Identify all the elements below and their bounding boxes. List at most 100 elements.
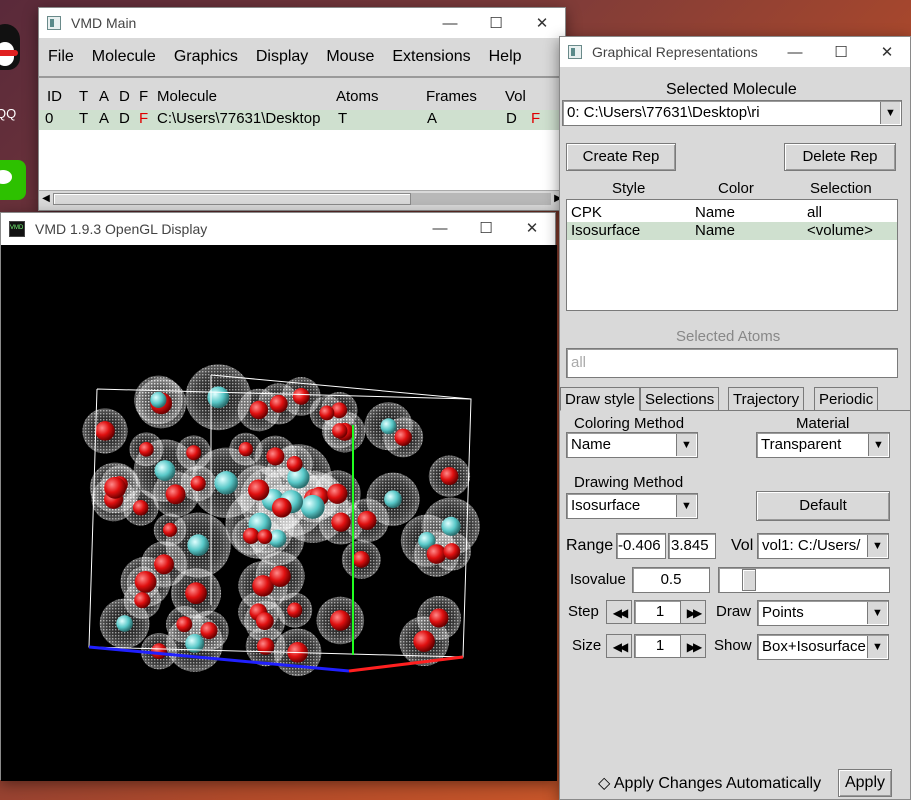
menu-graphics[interactable]: Graphics — [165, 48, 247, 66]
range-max-input[interactable]: 3.845 — [668, 533, 716, 559]
diamond-checkbox-icon[interactable]: ◇ — [598, 775, 610, 792]
cell-d[interactable]: D — [119, 110, 130, 127]
scroll-thumb[interactable] — [53, 193, 411, 205]
range-min-input[interactable]: -0.406 — [616, 533, 666, 559]
vmd-main-window: VMD Main — ☐ ✕ File Molecule Graphics Di… — [38, 7, 566, 211]
opengl-titlebar[interactable]: VMD 1.9.3 OpenGL Display — ☐ ✕ — [1, 213, 555, 245]
scroll-left-icon[interactable]: ◀ — [39, 193, 53, 205]
menu-file[interactable]: File — [39, 48, 83, 66]
rep-tabs: Draw style Selections Trajectory Periodi… — [560, 387, 910, 411]
cell-vol-f[interactable]: F — [531, 110, 540, 127]
menu-extensions[interactable]: Extensions — [383, 48, 479, 66]
col-molecule[interactable]: Molecule — [157, 88, 217, 105]
atom-red — [134, 592, 151, 609]
atom-red — [185, 582, 207, 605]
col-id[interactable]: ID — [47, 88, 62, 105]
window-title: VMD Main — [71, 15, 137, 31]
molecule-list[interactable]: 0 T A D F C:\Users\77631\Desktop T A D F — [39, 110, 565, 190]
vmd-app-icon — [9, 221, 25, 237]
tab-trajectory[interactable]: Trajectory — [728, 387, 805, 411]
material-dropdown[interactable]: Transparent ▼ — [756, 432, 890, 458]
col-d[interactable]: D — [119, 88, 130, 105]
rep-row-cpk[interactable]: CPK Name all — [567, 204, 897, 222]
delete-rep-button[interactable]: Delete Rep — [784, 143, 896, 171]
apply-auto-checkbox[interactable]: ◇ Apply Changes Automatically — [598, 773, 821, 793]
maximize-icon[interactable]: ☐ — [463, 213, 509, 243]
rep-selection: <volume> — [807, 222, 873, 239]
minimize-icon[interactable]: — — [427, 8, 473, 38]
chevron-down-icon[interactable]: ▼ — [880, 102, 900, 124]
minimize-icon[interactable]: — — [772, 37, 818, 67]
menu-molecule[interactable]: Molecule — [83, 48, 165, 66]
slider-thumb[interactable] — [742, 569, 756, 591]
apply-button[interactable]: Apply — [838, 769, 892, 797]
chevron-down-icon[interactable]: ▼ — [868, 434, 888, 456]
tab-draw-style[interactable]: Draw style — [560, 387, 641, 411]
scroll-trough[interactable] — [411, 193, 551, 205]
selected-molecule-dropdown[interactable]: 0: C:\Users\77631\Desktop\ri ▼ — [562, 100, 902, 126]
representations-list[interactable]: CPK Name all Isosurface Name <volume> — [566, 199, 898, 311]
vol-dropdown[interactable]: vol1: C:/Users/ ▼ — [757, 533, 889, 559]
graphrep-titlebar[interactable]: Graphical Representations — ☐ ✕ — [560, 37, 910, 67]
chevron-down-icon[interactable]: ▼ — [867, 535, 887, 557]
chevron-down-icon[interactable]: ▼ — [867, 636, 887, 658]
step-input[interactable]: 1 — [634, 600, 686, 624]
drawing-method-dropdown[interactable]: Isosurface ▼ — [566, 493, 698, 519]
atom-cyan — [441, 516, 461, 536]
col-t[interactable]: T — [79, 88, 88, 105]
show-dropdown[interactable]: Box+Isosurface ▼ — [757, 634, 889, 660]
step-decrement-icon[interactable]: ◀◀ — [606, 600, 632, 624]
qq-label: QQ — [0, 106, 17, 121]
molecule-3d-view[interactable] — [1, 245, 557, 781]
col-f[interactable]: F — [139, 88, 148, 105]
rep-col-color: Color — [718, 180, 754, 197]
window-title: VMD 1.9.3 OpenGL Display — [35, 221, 208, 237]
selected-molecule-value: 0: C:\Users\77631\Desktop\ri — [567, 104, 760, 121]
size-increment-icon[interactable]: ▶▶ — [680, 634, 706, 658]
col-atoms[interactable]: Atoms — [336, 88, 379, 105]
close-icon[interactable]: ✕ — [509, 213, 555, 243]
coloring-method-dropdown[interactable]: Name ▼ — [566, 432, 698, 458]
atom-red — [269, 565, 291, 587]
col-frames[interactable]: Frames — [426, 88, 477, 105]
tab-selections[interactable]: Selections — [640, 387, 720, 411]
isovalue-input[interactable]: 0.5 — [632, 567, 710, 593]
cell-f[interactable]: F — [139, 110, 148, 127]
selected-atoms-input[interactable]: all — [566, 348, 898, 378]
vmd-main-titlebar[interactable]: VMD Main — ☐ ✕ — [39, 8, 565, 38]
qq-desktop-icon[interactable]: QQ — [0, 20, 40, 121]
chevron-down-icon[interactable]: ▼ — [676, 495, 696, 517]
col-vol[interactable]: Vol — [505, 88, 526, 105]
menu-display[interactable]: Display — [247, 48, 317, 66]
menu-help[interactable]: Help — [480, 48, 531, 66]
cell-frames: A — [427, 110, 438, 127]
atom-red — [132, 499, 149, 516]
chevron-down-icon[interactable]: ▼ — [867, 602, 887, 624]
maximize-icon[interactable]: ☐ — [473, 8, 519, 38]
minimize-icon[interactable]: — — [417, 213, 463, 243]
table-row[interactable]: 0 T A D F C:\Users\77631\Desktop T A D F — [39, 110, 565, 130]
step-increment-icon[interactable]: ▶▶ — [680, 600, 706, 624]
size-decrement-icon[interactable]: ◀◀ — [606, 634, 632, 658]
col-a[interactable]: A — [99, 88, 109, 105]
menu-mouse[interactable]: Mouse — [317, 48, 383, 66]
default-button[interactable]: Default — [756, 491, 890, 521]
close-icon[interactable]: ✕ — [864, 37, 910, 67]
create-rep-button[interactable]: Create Rep — [566, 143, 676, 171]
atom-cyan — [150, 391, 167, 408]
maximize-icon[interactable]: ☐ — [818, 37, 864, 67]
draw-dropdown[interactable]: Points ▼ — [757, 600, 889, 626]
isovalue-slider[interactable] — [718, 567, 890, 593]
cell-t[interactable]: T — [79, 110, 88, 127]
rep-row-isosurface[interactable]: Isosurface Name <volume> — [567, 222, 897, 240]
cell-a[interactable]: A — [99, 110, 109, 127]
atom-red — [426, 544, 447, 564]
size-input[interactable]: 1 — [634, 634, 686, 658]
horizontal-scrollbar[interactable]: ◀ ▶ — [39, 190, 565, 206]
chevron-down-icon[interactable]: ▼ — [676, 434, 696, 456]
wechat-icon[interactable] — [0, 160, 26, 200]
tab-periodic[interactable]: Periodic — [814, 387, 879, 411]
atom-cyan — [214, 471, 238, 495]
cell-vol-d[interactable]: D — [506, 110, 517, 127]
close-icon[interactable]: ✕ — [519, 8, 565, 38]
